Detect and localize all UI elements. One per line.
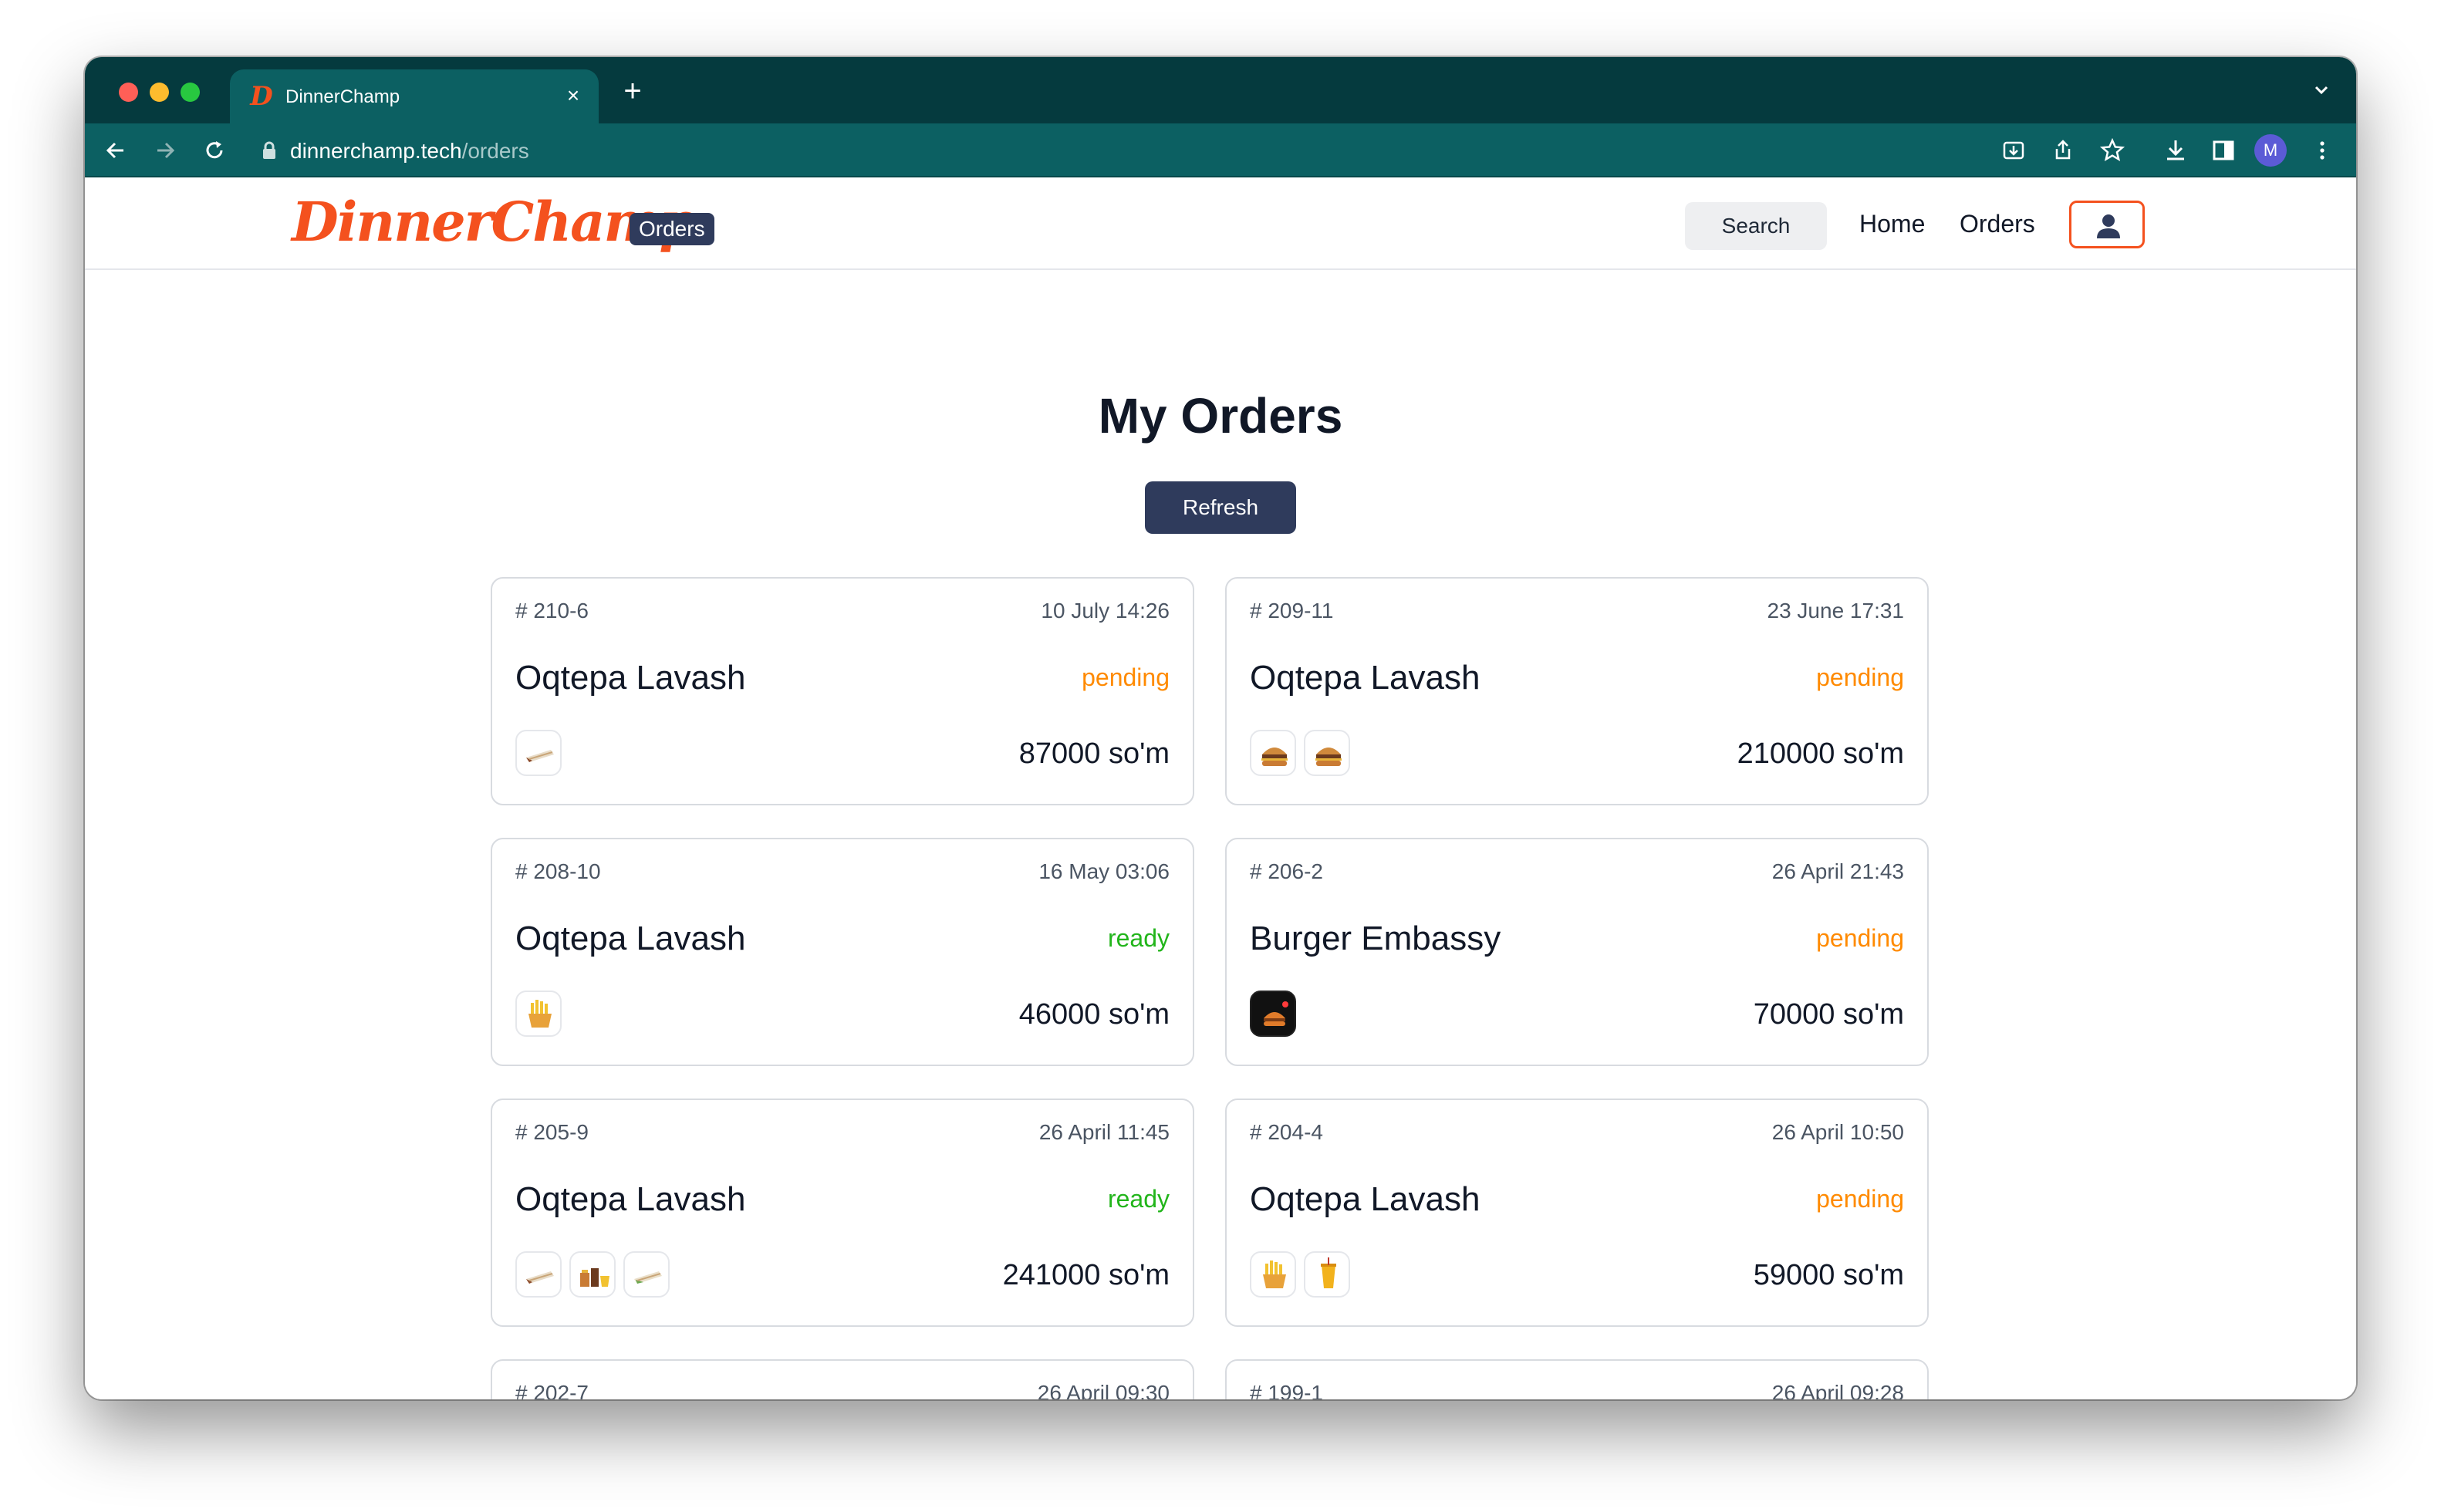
minimize-window-icon[interactable] xyxy=(150,83,169,102)
page-content: DinnerChamp Orders Search Home Orders My… xyxy=(85,179,2356,1399)
order-id: # 205-9 xyxy=(515,1120,589,1144)
order-price: 70000 so'm xyxy=(1753,998,1904,1031)
order-items xyxy=(1250,1251,1350,1298)
dinnerchamp-favicon-icon: D xyxy=(250,81,273,112)
order-card[interactable]: # 199-1 26 April 09:28 xyxy=(1225,1359,1929,1399)
browser-window: D DinnerChamp × + dinnerchamp.tech/order… xyxy=(85,57,2356,1399)
restaurant-name: Oqtepa Lavash xyxy=(1250,659,1480,697)
fries-icon xyxy=(1250,1251,1296,1298)
order-date: 26 April 11:45 xyxy=(1038,1120,1170,1144)
order-price: 241000 so'm xyxy=(1002,1259,1170,1291)
order-id: # 204-4 xyxy=(1250,1120,1323,1144)
burger-dark-icon xyxy=(1250,991,1296,1037)
profile-avatar[interactable]: M xyxy=(2254,134,2287,167)
address-bar[interactable]: dinnerchamp.tech/orders xyxy=(250,130,2179,171)
order-items xyxy=(515,730,562,776)
orders-badge: Orders xyxy=(630,213,714,245)
burger-icon xyxy=(1304,730,1350,776)
fries-icon xyxy=(515,991,562,1037)
more-menu-icon[interactable] xyxy=(2308,137,2336,164)
order-id: # 199-1 xyxy=(1250,1381,1323,1399)
order-items xyxy=(515,991,562,1037)
order-id: # 208-10 xyxy=(515,859,601,883)
order-date: 26 April 09:28 xyxy=(1771,1381,1904,1399)
restaurant-name: Oqtepa Lavash xyxy=(1250,1180,1480,1218)
back-arrow-icon[interactable] xyxy=(102,137,130,164)
order-price: 59000 so'm xyxy=(1753,1259,1904,1291)
order-status: pending xyxy=(1816,1185,1904,1213)
install-app-icon[interactable] xyxy=(2000,137,2027,164)
close-window-icon[interactable] xyxy=(119,83,138,102)
order-status: pending xyxy=(1082,663,1170,691)
order-date: 23 June 17:31 xyxy=(1767,599,1905,623)
tab-dinnerchamp[interactable]: D DinnerChamp × xyxy=(230,69,599,123)
forward-arrow-icon[interactable] xyxy=(151,137,179,164)
chevron-down-icon[interactable] xyxy=(2310,79,2333,102)
order-date: 16 May 03:06 xyxy=(1038,859,1170,883)
order-items xyxy=(1250,991,1296,1037)
restaurant-name: Oqtepa Lavash xyxy=(515,920,746,957)
drink-icon xyxy=(1304,1251,1350,1298)
nav-orders-link[interactable]: Orders xyxy=(1960,210,2035,238)
search-button[interactable]: Search xyxy=(1685,202,1827,250)
reload-icon[interactable] xyxy=(201,137,228,164)
maximize-window-icon[interactable] xyxy=(181,83,200,102)
new-tab-icon[interactable]: + xyxy=(617,76,648,106)
lock-icon xyxy=(263,141,275,159)
order-date: 26 April 21:43 xyxy=(1771,859,1904,883)
order-price: 87000 so'm xyxy=(1018,737,1170,770)
url-text: dinnerchamp.tech/orders xyxy=(290,139,529,164)
order-status: pending xyxy=(1816,663,1904,691)
close-tab-icon[interactable]: × xyxy=(560,83,586,109)
order-status: ready xyxy=(1107,924,1170,952)
url-host: dinnerchamp.tech xyxy=(290,139,462,163)
order-id: # 202-7 xyxy=(515,1381,589,1399)
side-panel-icon[interactable] xyxy=(2210,137,2237,164)
order-card[interactable]: # 202-7 26 April 09:30 xyxy=(491,1359,1194,1399)
order-card[interactable]: # 206-2 26 April 21:43 Burger Embassy pendi… xyxy=(1225,838,1929,1066)
order-card[interactable]: # 210-6 10 July 14:26 Oqtepa Lavash pending… xyxy=(491,577,1194,805)
restaurant-name: Oqtepa Lavash xyxy=(515,659,746,697)
user-icon xyxy=(2097,214,2120,238)
downloads-icon[interactable] xyxy=(2162,137,2189,164)
bookmark-star-icon[interactable] xyxy=(2098,137,2126,164)
order-card[interactable]: # 205-9 26 April 11:45 Oqtepa Lavash ready 2… xyxy=(491,1099,1194,1327)
order-date: 26 April 10:50 xyxy=(1771,1120,1904,1144)
restaurant-name: Burger Embassy xyxy=(1250,920,1501,957)
tab-title: DinnerChamp xyxy=(285,86,400,107)
restaurant-name: Oqtepa Lavash xyxy=(515,1180,746,1218)
order-id: # 206-2 xyxy=(1250,859,1323,883)
order-id: # 209-11 xyxy=(1250,599,1334,623)
order-id: # 210-6 xyxy=(515,599,589,623)
lavash-icon xyxy=(515,1251,562,1298)
browser-toolbar: dinnerchamp.tech/orders M xyxy=(85,123,2356,177)
burger-icon xyxy=(1250,730,1296,776)
order-date: 10 July 14:26 xyxy=(1041,599,1170,623)
refresh-button[interactable]: Refresh xyxy=(1145,481,1296,534)
order-items xyxy=(515,1251,670,1298)
order-price: 210000 so'm xyxy=(1737,737,1904,770)
combo-icon xyxy=(569,1251,616,1298)
order-status: pending xyxy=(1816,924,1904,952)
order-card[interactable]: # 208-10 16 May 03:06 Oqtepa Lavash ready 46… xyxy=(491,838,1194,1066)
tab-strip: D DinnerChamp × + xyxy=(85,57,2356,123)
order-card[interactable]: # 204-4 26 April 10:50 Oqtepa Lavash pendin… xyxy=(1225,1099,1929,1327)
site-header: DinnerChamp Orders Search Home Orders xyxy=(85,179,2356,270)
lavash-icon xyxy=(515,730,562,776)
page-title: My Orders xyxy=(1098,388,1343,444)
url-path: /orders xyxy=(461,139,529,163)
order-date: 26 April 09:30 xyxy=(1037,1381,1170,1399)
lavash-green-icon xyxy=(623,1251,670,1298)
order-items xyxy=(1250,730,1350,776)
order-status: ready xyxy=(1107,1185,1170,1213)
share-icon[interactable] xyxy=(2049,137,2077,164)
user-account-button[interactable] xyxy=(2069,201,2145,248)
order-price: 46000 so'm xyxy=(1018,998,1170,1031)
order-card[interactable]: # 209-11 23 June 17:31 Oqtepa Lavash pendin… xyxy=(1225,577,1929,805)
nav-home-link[interactable]: Home xyxy=(1859,210,1925,238)
